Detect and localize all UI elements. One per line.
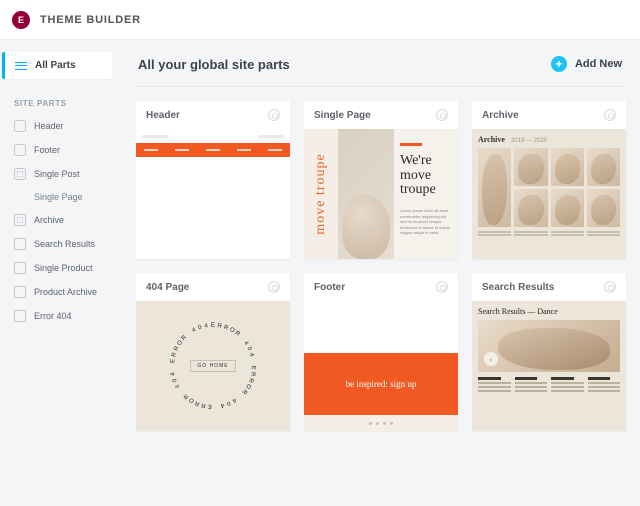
search-results-icon — [14, 238, 26, 250]
card-title: Archive — [482, 110, 519, 121]
sidebar-item-label: Error 404 — [34, 311, 72, 321]
layout-icon — [14, 144, 26, 156]
sidebar-item-all-parts[interactable]: All Parts — [2, 52, 112, 79]
top-bar: E THEME BUILDER — [0, 0, 640, 40]
add-new-label: Add New — [575, 58, 622, 70]
sidebar-item-label: Single Product — [34, 263, 93, 273]
product-icon — [14, 262, 26, 274]
card-title: Single Page — [314, 110, 371, 121]
sidebar-item-product-archive[interactable]: Product Archive — [0, 280, 118, 304]
card-title: Header — [146, 110, 180, 121]
gear-icon[interactable] — [604, 109, 616, 121]
parts-grid: Header Single Page move troupe — [136, 101, 626, 431]
layout-icon — [14, 120, 26, 132]
card-search-results[interactable]: Search Results Search Results — Dance ‹ — [472, 273, 626, 431]
sidebar-item-label: Single Post — [34, 169, 80, 179]
card-header[interactable]: Header — [136, 101, 290, 259]
sidebar-item-single-product[interactable]: Single Product — [0, 256, 118, 280]
sidebar-item-label: Archive — [34, 215, 64, 225]
card-archive[interactable]: Archive Archive2019 — 2020 — [472, 101, 626, 259]
sidebar-item-header[interactable]: Header — [0, 114, 118, 138]
sidebar-item-error-404[interactable]: Error 404 — [0, 304, 118, 328]
sidebar-item-search-results[interactable]: Search Results — [0, 232, 118, 256]
add-new-button[interactable]: + Add New — [551, 56, 622, 72]
app-title: THEME BUILDER — [40, 14, 141, 26]
card-single-page[interactable]: Single Page move troupe We're move troup… — [304, 101, 458, 259]
gear-icon[interactable] — [268, 109, 280, 121]
card-thumbnail: GO HOME ERROR 404 ERROR 404 ERROR 404 ER… — [136, 301, 290, 431]
card-footer[interactable]: Footer be inspired: sign up — [304, 273, 458, 431]
sidebar-item-archive[interactable]: Archive — [0, 208, 118, 232]
post-icon — [14, 168, 26, 180]
card-404-page[interactable]: 404 Page GO HOME ERROR 404 ERROR 404 ERR… — [136, 273, 290, 431]
card-title: Footer — [314, 282, 345, 293]
gear-icon[interactable] — [436, 109, 448, 121]
gear-icon[interactable] — [604, 281, 616, 293]
sidebar-item-label: Product Archive — [34, 287, 97, 297]
page-title: All your global site parts — [138, 57, 290, 72]
filter-icon — [15, 62, 27, 70]
main-panel: All your global site parts + Add New Hea… — [118, 40, 640, 506]
main-header: All your global site parts + Add New — [136, 54, 626, 87]
card-thumbnail: be inspired: sign up — [304, 301, 458, 431]
sidebar-all-parts-label: All Parts — [35, 60, 76, 71]
app-logo: E — [12, 11, 30, 29]
error-icon — [14, 310, 26, 322]
card-thumbnail — [136, 129, 290, 259]
card-title: 404 Page — [146, 282, 189, 293]
card-thumbnail: move troupe We're move troupe Lorem ipsu… — [304, 129, 458, 259]
sidebar-item-single-post[interactable]: Single Post — [0, 162, 118, 186]
sidebar-item-footer[interactable]: Footer — [0, 138, 118, 162]
product-archive-icon — [14, 286, 26, 298]
card-thumbnail: Search Results — Dance ‹ — [472, 301, 626, 431]
sidebar-item-label: Search Results — [34, 239, 95, 249]
gear-icon[interactable] — [268, 281, 280, 293]
card-title: Search Results — [482, 282, 554, 293]
gear-icon[interactable] — [436, 281, 448, 293]
card-thumbnail: Archive2019 — 2020 — [472, 129, 626, 259]
sidebar: All Parts SITE PARTS Header Footer Singl… — [0, 40, 118, 506]
archive-icon — [14, 214, 26, 226]
sidebar-item-label: Footer — [34, 145, 60, 155]
sidebar-item-label: Header — [34, 121, 64, 131]
sidebar-item-label: Single Page — [34, 192, 83, 202]
sidebar-section-label: SITE PARTS — [0, 93, 118, 114]
plus-icon: + — [551, 56, 567, 72]
sidebar-subitem-single-page[interactable]: Single Page — [0, 186, 118, 208]
